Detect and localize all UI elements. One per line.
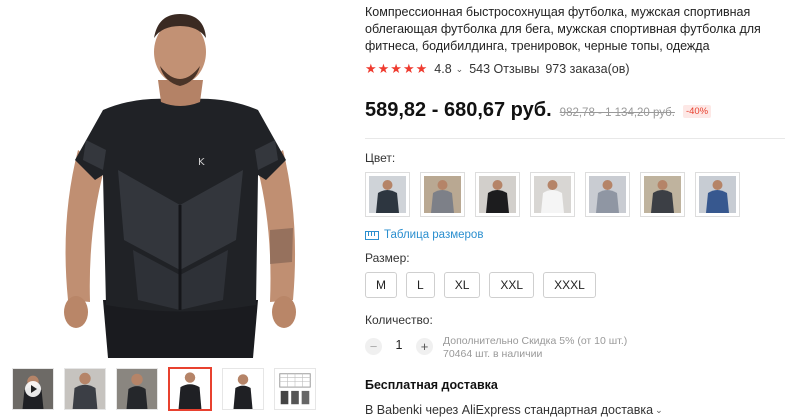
thumbnail-2[interactable] — [64, 368, 106, 410]
color-swatches — [365, 172, 795, 217]
chevron-down-icon[interactable]: ⌄ — [456, 64, 464, 75]
thumbnail-image — [65, 369, 105, 409]
thumbnail-strip — [12, 367, 316, 411]
color-swatch-7[interactable] — [695, 172, 740, 217]
color-swatch-3[interactable] — [475, 172, 520, 217]
chevron-down-icon[interactable]: ⌄ — [655, 405, 663, 416]
main-product-image[interactable]: K — [8, 0, 353, 358]
svg-text:K: K — [198, 157, 205, 168]
thumbnail-image — [117, 369, 157, 409]
star-rating-icon: ★★★★★ — [365, 61, 429, 76]
bulk-discount-note: Дополнительно Скидка 5% (от 10 шт.) — [443, 335, 628, 347]
color-swatch-2[interactable] — [420, 172, 465, 217]
ruler-icon — [365, 230, 379, 240]
discount-badge: -40% — [682, 105, 712, 118]
shipping-method[interactable]: В Babenki через AliExpress стандартная д… — [365, 403, 795, 417]
product-title: Компрессионная быстросохнущая футболка, … — [365, 5, 761, 53]
size-options: M L XL XXL XXXL — [365, 272, 795, 298]
quantity-notes: Дополнительно Скидка 5% (от 10 шт.) 7046… — [443, 335, 627, 361]
thumbnail-image — [275, 369, 315, 409]
thumbnail-size-chart[interactable] — [274, 368, 316, 410]
price-row: 589,82 - 680,67 руб. 982,78 - 1 134,20 р… — [365, 99, 795, 122]
size-option-xxl[interactable]: XXL — [489, 272, 535, 298]
thumbnail-video[interactable] — [12, 368, 54, 410]
shipping-title: Бесплатная доставка — [365, 378, 498, 392]
swatch-image — [644, 176, 681, 213]
size-label: Размер: — [365, 251, 410, 265]
thumbnail-image — [223, 369, 263, 409]
swatch-image — [369, 176, 406, 213]
size-option-xxxl[interactable]: XXXL — [543, 272, 596, 298]
old-price: 982,78 - 1 134,20 руб. — [559, 107, 675, 119]
color-swatch-1[interactable] — [365, 172, 410, 217]
thumbnail-4-selected[interactable] — [168, 367, 212, 411]
size-option-l[interactable]: L — [406, 272, 435, 298]
thumbnail-image — [170, 369, 210, 409]
stock-count: 70464 шт. в наличии — [443, 348, 543, 360]
swatch-image — [479, 176, 516, 213]
current-price: 589,82 - 680,67 руб. — [365, 99, 552, 121]
quantity-label: Количество: — [365, 313, 433, 327]
swatch-image — [424, 176, 461, 213]
shipping-method-label: В Babenki через AliExpress стандартная д… — [365, 403, 654, 417]
color-swatch-4[interactable] — [530, 172, 575, 217]
rating-value: 4.8 — [434, 62, 452, 76]
size-guide-link[interactable]: Таблица размеров — [365, 229, 795, 241]
swatch-image — [699, 176, 736, 213]
decrease-quantity-button[interactable]: − — [365, 338, 382, 355]
increase-quantity-button[interactable]: + — [416, 338, 433, 355]
play-icon[interactable] — [25, 381, 41, 397]
thumbnail-5[interactable] — [222, 368, 264, 410]
quantity-value[interactable]: 1 — [390, 338, 408, 352]
divider — [365, 138, 785, 139]
size-option-xl[interactable]: XL — [443, 272, 481, 298]
color-swatch-6[interactable] — [640, 172, 685, 217]
orders-count: 973 заказа(ов) — [545, 62, 630, 76]
rating-row: ★★★★★ 4.8 ⌄ 543 Отзывы 973 заказа(ов) — [365, 61, 795, 77]
swatch-image — [534, 176, 571, 213]
product-photo: K — [8, 0, 353, 358]
thumbnail-3[interactable] — [116, 368, 158, 410]
size-guide-label: Таблица размеров — [384, 229, 484, 241]
quantity-stepper: − 1 + Дополнительно Скидка 5% (от 10 шт.… — [365, 335, 795, 361]
color-swatch-5[interactable] — [585, 172, 630, 217]
reviews-count[interactable]: 543 Отзывы — [469, 62, 539, 76]
size-option-m[interactable]: M — [365, 272, 397, 298]
product-info: Компрессионная быстросохнущая футболка, … — [365, 0, 795, 417]
swatch-image — [589, 176, 626, 213]
color-label: Цвет: — [365, 151, 396, 165]
